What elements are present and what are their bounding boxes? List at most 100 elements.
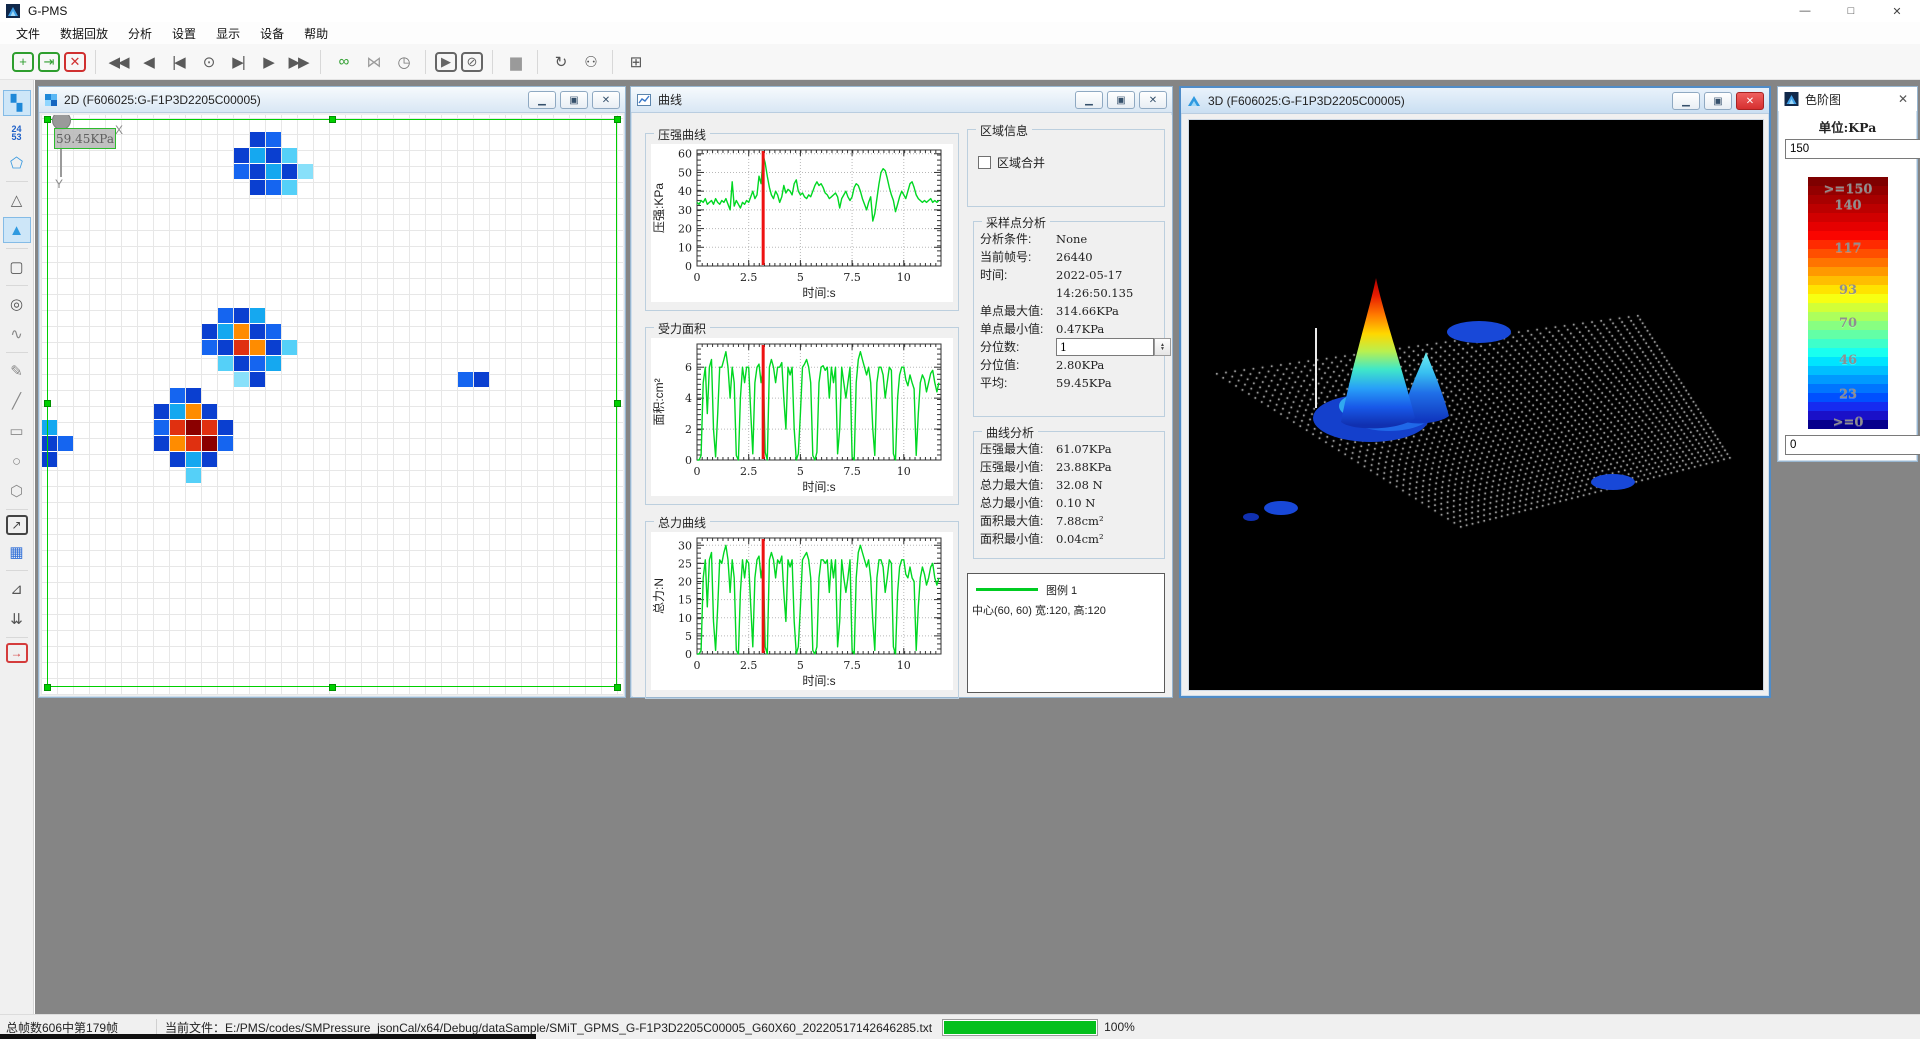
link-icon[interactable]: ∞: [330, 49, 356, 75]
blue-blob: [1591, 474, 1635, 490]
selection-handle[interactable]: [614, 400, 621, 407]
minimize-button[interactable]: —: [1782, 0, 1828, 22]
color-scale-label: >=0: [1808, 415, 1888, 430]
blue-blob: [1243, 513, 1259, 521]
unlink-icon[interactable]: ⋈: [360, 49, 386, 75]
svg-text:2.5: 2.5: [740, 271, 758, 284]
skip-end-icon[interactable]: ▶|: [225, 49, 251, 75]
window-2d: 2D (F606025:G-F1P3D2205C00005) ▁ ▣ ✕ X Y…: [38, 86, 626, 698]
view-region[interactable]: ⬠: [3, 150, 31, 176]
menu-item-设备[interactable]: 设备: [250, 23, 294, 44]
refresh-icon[interactable]: ↻: [547, 49, 573, 75]
user-icon[interactable]: ⚇: [577, 49, 603, 75]
info-label: 分析条件:: [980, 230, 1056, 248]
window-3d-titlebar[interactable]: 3D (F606025:G-F1P3D2205C00005) ▁ ▣ ✕: [1181, 88, 1769, 114]
menu-item-文件[interactable]: 文件: [6, 23, 50, 44]
color-scale-close-button[interactable]: ✕: [1895, 91, 1911, 107]
window-curves-maximize-button[interactable]: ▣: [1107, 91, 1135, 109]
add-icon[interactable]: +: [12, 52, 34, 72]
maximize-button[interactable]: □: [1828, 0, 1874, 22]
selection-handle[interactable]: [44, 400, 51, 407]
close-button[interactable]: ✕: [1874, 0, 1920, 22]
pressure-chart[interactable]: 02.557.5100102030405060压强:KPa时间:s: [651, 144, 953, 302]
menu-item-帮助[interactable]: 帮助: [294, 23, 338, 44]
svg-text:5: 5: [797, 465, 804, 478]
skip-start-icon[interactable]: |◀: [165, 49, 191, 75]
info-row: 面积最小值:0.04cm²: [980, 530, 1160, 548]
view-numbers[interactable]: 2453: [3, 120, 31, 146]
window-3d-maximize-button[interactable]: ▣: [1704, 92, 1732, 110]
window-curves-close-button[interactable]: ✕: [1139, 91, 1167, 109]
timer-icon[interactable]: ◷: [390, 49, 416, 75]
window-2d-close-button[interactable]: ✕: [592, 91, 620, 109]
display-icon[interactable]: ▆: [502, 49, 528, 75]
draw-pencil-tool[interactable]: ✎: [3, 358, 31, 384]
draw-rect-tool[interactable]: ▭: [3, 418, 31, 444]
region-merge-checkbox[interactable]: [978, 156, 991, 169]
info-value: 26440: [1056, 248, 1093, 266]
svg-text:7.5: 7.5: [843, 271, 861, 284]
window-3d-minimize-button[interactable]: ▁: [1672, 92, 1700, 110]
export-file-icon[interactable]: ⇥: [38, 52, 60, 72]
window-2d-minimize-button[interactable]: ▁: [528, 91, 556, 109]
fast-rewind-icon[interactable]: ◀◀: [105, 49, 131, 75]
crop-tool[interactable]: ▢: [3, 254, 31, 280]
surface-3d-canvas[interactable]: [1188, 119, 1764, 691]
legend-name: 图例 1: [1046, 582, 1077, 598]
view-3d-wireframe[interactable]: △: [3, 187, 31, 213]
pressure-grid-canvas[interactable]: X Y 59.45KPa: [41, 115, 623, 695]
trend-chart-tool[interactable]: ↗: [6, 515, 28, 535]
info-label: 面积最大值:: [980, 512, 1056, 530]
menu-item-分析[interactable]: 分析: [118, 23, 162, 44]
curve-axis-tool[interactable]: ⊿: [3, 576, 31, 602]
selection-handle[interactable]: [614, 116, 621, 123]
window-curves-titlebar[interactable]: 曲线 ▁ ▣ ✕: [631, 87, 1172, 113]
draw-polygon-tool[interactable]: ⬡: [3, 478, 31, 504]
color-scale-titlebar[interactable]: 色阶图 ✕: [1778, 87, 1917, 111]
menu-item-显示[interactable]: 显示: [206, 23, 250, 44]
selection-handle[interactable]: [44, 116, 51, 123]
stop-icon[interactable]: ⊙: [195, 49, 221, 75]
exit-tool[interactable]: →: [6, 643, 28, 663]
step-back-icon[interactable]: ◀: [135, 49, 161, 75]
matrix-grid-tool[interactable]: ▦: [3, 539, 31, 565]
area-chart[interactable]: 02.557.5100246面积:cm²时间:s: [651, 338, 953, 496]
quantile-input[interactable]: [1056, 338, 1154, 356]
draw-line-tool[interactable]: ╱: [3, 388, 31, 414]
curves-window-icon: [637, 94, 651, 106]
scale-max-input[interactable]: [1785, 139, 1920, 159]
window-curves-minimize-button[interactable]: ▁: [1075, 91, 1103, 109]
info-row: 当前帧号:26440: [980, 248, 1160, 266]
force-chart[interactable]: 02.557.510051015202530总力:N时间:s: [651, 532, 953, 690]
menu-item-设置[interactable]: 设置: [162, 23, 206, 44]
center-point-tool[interactable]: ◎: [3, 291, 31, 317]
calendar-icon[interactable]: ⊞: [622, 49, 648, 75]
toolbar: +⇥✕◀◀◀|◀⊙▶|▶▶▶∞⋈◷▶⊘▆↻⚇⊞: [0, 44, 1920, 80]
quantile-spinner[interactable]: ▲▼: [1154, 338, 1171, 356]
selection-handle[interactable]: [329, 116, 336, 123]
view-2d[interactable]: ▚: [3, 90, 31, 116]
window-3d-close-button[interactable]: ✕: [1736, 92, 1764, 110]
fast-forward-icon[interactable]: ▶▶: [285, 49, 311, 75]
delete-file-icon[interactable]: ✕: [64, 52, 86, 72]
info-row: 压强最大值:61.07KPa: [980, 440, 1160, 458]
selection-handle[interactable]: [44, 684, 51, 691]
view-3d-solid[interactable]: ▲: [3, 217, 31, 243]
trajectory-tool[interactable]: ∿: [3, 321, 31, 347]
draw-circle-tool[interactable]: ○: [3, 448, 31, 474]
selection-handle[interactable]: [329, 684, 336, 691]
press-down-tool[interactable]: ⇊: [3, 606, 31, 632]
record-video-icon[interactable]: ▶: [435, 52, 457, 72]
selection-rectangle[interactable]: [47, 119, 617, 687]
info-value: 61.07KPa: [1056, 440, 1112, 458]
window-2d-titlebar[interactable]: 2D (F606025:G-F1P3D2205C00005) ▁ ▣ ✕: [39, 87, 625, 113]
info-value: 0.47KPa: [1056, 320, 1104, 338]
scale-min-input[interactable]: [1785, 435, 1920, 455]
stop-video-icon[interactable]: ⊘: [461, 52, 483, 72]
play-icon[interactable]: ▶: [255, 49, 281, 75]
menu-item-数据回放[interactable]: 数据回放: [50, 23, 118, 44]
selection-handle[interactable]: [614, 684, 621, 691]
area-chart-group: 受力面积 02.557.5100246面积:cm²时间:s: [645, 327, 959, 505]
window-2d-maximize-button[interactable]: ▣: [560, 91, 588, 109]
svg-text:4: 4: [685, 392, 692, 405]
